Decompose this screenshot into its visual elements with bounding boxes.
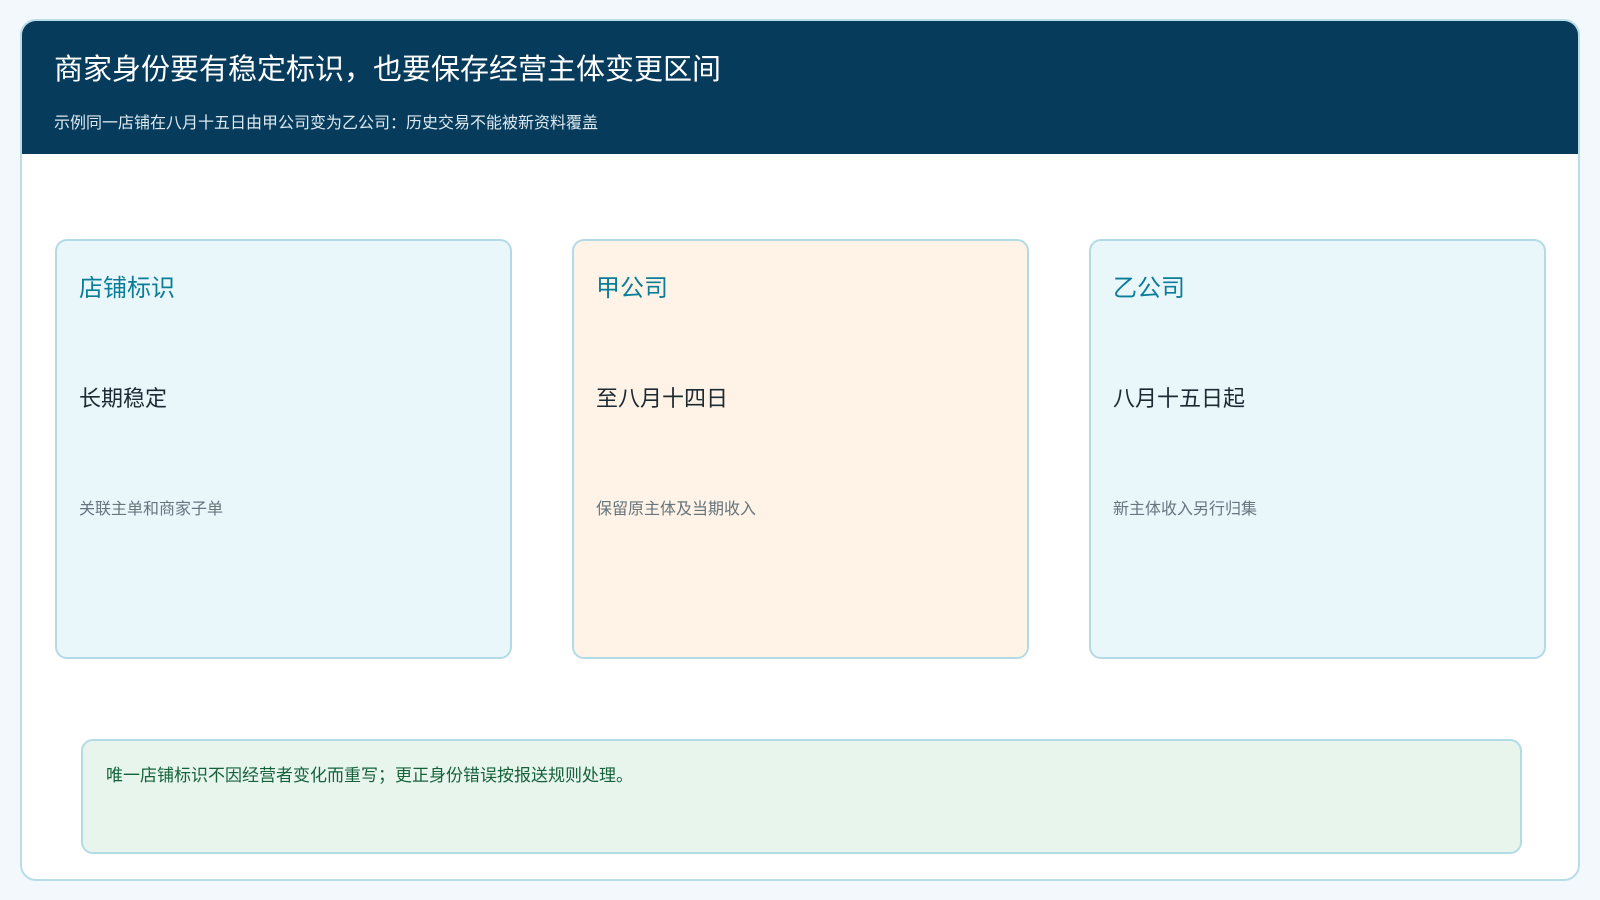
- card-label: 乙公司: [1113, 274, 1185, 302]
- card-company-a: 甲公司 至八月十四日 保留原主体及当期收入: [572, 239, 1029, 659]
- page-title: 商家身份要有稳定标识，也要保存经营主体变更区间: [54, 52, 722, 86]
- card-label: 甲公司: [596, 274, 668, 302]
- card-company-b: 乙公司 八月十五日起 新主体收入另行归集: [1089, 239, 1546, 659]
- card-note: 关联主单和商家子单: [79, 499, 224, 518]
- card-note: 新主体收入另行归集: [1113, 499, 1258, 518]
- diagram-frame: 商家身份要有稳定标识，也要保存经营主体变更区间 示例同一店铺在八月十五日由甲公司…: [20, 19, 1580, 881]
- footer-note-text: 唯一店铺标识不因经营者变化而重写；更正身份错误按报送规则处理。: [106, 766, 633, 786]
- footer-note-box: 唯一店铺标识不因经营者变化而重写；更正身份错误按报送规则处理。: [81, 739, 1522, 854]
- card-value: 长期稳定: [79, 387, 168, 412]
- header-banner: 商家身份要有稳定标识，也要保存经营主体变更区间 示例同一店铺在八月十五日由甲公司…: [22, 21, 1578, 154]
- card-value: 至八月十四日: [596, 387, 729, 412]
- card-note: 保留原主体及当期收入: [596, 499, 757, 518]
- card-label: 店铺标识: [79, 274, 175, 302]
- card-value: 八月十五日起: [1113, 387, 1246, 412]
- page-subtitle: 示例同一店铺在八月十五日由甲公司变为乙公司：历史交易不能被新资料覆盖: [54, 113, 599, 132]
- card-store-id: 店铺标识 长期稳定 关联主单和商家子单: [55, 239, 512, 659]
